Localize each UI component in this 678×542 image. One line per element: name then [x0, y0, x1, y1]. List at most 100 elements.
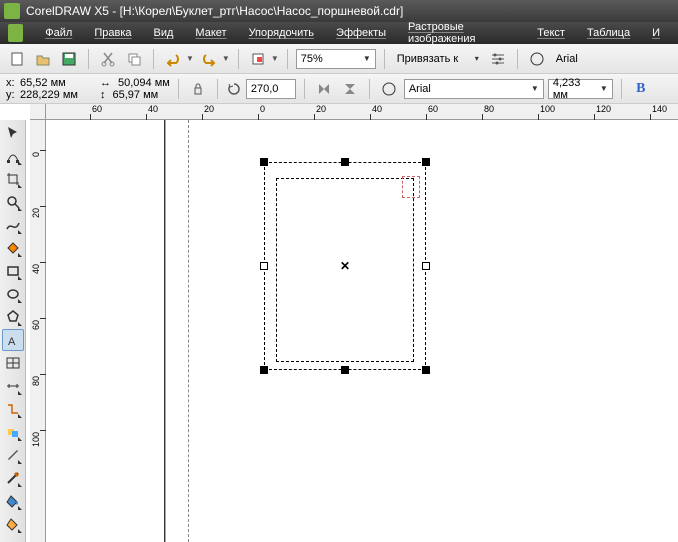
- menu-file[interactable]: Файл: [35, 25, 82, 41]
- chevron-down-icon[interactable]: ▼: [186, 54, 194, 63]
- save-button[interactable]: [58, 48, 80, 70]
- separator: [621, 79, 622, 99]
- polygon-tool[interactable]: [2, 306, 24, 328]
- bold-button[interactable]: B: [630, 78, 652, 100]
- connector-tool[interactable]: [2, 398, 24, 420]
- font-size-value: 4,233 мм: [553, 77, 596, 101]
- menu-more[interactable]: И: [642, 25, 670, 41]
- svg-text:A: A: [8, 336, 16, 348]
- eyedropper-tool[interactable]: [2, 444, 24, 466]
- menu-app-icon: [8, 24, 23, 42]
- toolbox: A: [0, 120, 26, 542]
- mirror-v-button[interactable]: [339, 78, 361, 100]
- font-name: Arial: [556, 53, 578, 65]
- effects-tool[interactable]: [2, 421, 24, 443]
- page-edge: [164, 120, 166, 542]
- text-frame[interactable]: [276, 178, 414, 362]
- redo-button[interactable]: ▼: [198, 48, 230, 70]
- menu-text[interactable]: Текст: [527, 25, 575, 41]
- height-icon: ↕: [100, 89, 106, 101]
- font-size-combo[interactable]: 4,233 мм ▼: [548, 79, 613, 99]
- coord-position: x:65,52 мм y:228,229 мм: [6, 77, 78, 101]
- new-button[interactable]: [6, 48, 28, 70]
- font-combo[interactable]: Arial: [552, 49, 672, 69]
- coord-size: ↔ 50,094 мм ↕ 65,97 мм: [100, 77, 170, 101]
- menu-effects[interactable]: Эффекты: [326, 25, 396, 41]
- table-tool[interactable]: [2, 352, 24, 374]
- width-icon: ↔: [100, 77, 111, 89]
- handle-w[interactable]: [260, 262, 268, 270]
- separator: [384, 49, 385, 69]
- menu-bitmaps[interactable]: Растровые изображения: [398, 19, 525, 47]
- chevron-down-icon[interactable]: ▼: [271, 54, 279, 63]
- crop-tool[interactable]: [2, 168, 24, 190]
- zoom-combo[interactable]: 75% ▼: [296, 49, 376, 69]
- ruler-vertical[interactable]: 0 20 40 60 80 100: [30, 120, 46, 542]
- titlebar: CorelDRAW X5 - [H:\Корел\Буклет_ртг\Насо…: [0, 0, 678, 22]
- smart-fill-tool[interactable]: [2, 237, 24, 259]
- separator: [517, 49, 518, 69]
- handle-ne[interactable]: [422, 158, 430, 166]
- chevron-down-icon: ▾: [475, 54, 479, 63]
- zoom-value: 75%: [301, 53, 323, 65]
- handle-sw[interactable]: [260, 366, 268, 374]
- app-icon: [4, 3, 20, 19]
- cut-button[interactable]: [97, 48, 119, 70]
- separator: [178, 79, 179, 99]
- chevron-down-icon[interactable]: ▼: [222, 54, 230, 63]
- font-family-value: Arial: [409, 83, 431, 95]
- menu-edit[interactable]: Правка: [84, 25, 141, 41]
- chevron-down-icon: ▼: [363, 54, 371, 63]
- toolbar-property: x:65,52 мм y:228,229 мм ↔ 50,094 мм ↕ 65…: [0, 74, 678, 104]
- chevron-down-icon: ▼: [531, 84, 539, 93]
- freehand-tool[interactable]: [2, 214, 24, 236]
- handle-e[interactable]: [422, 262, 430, 270]
- lock-ratio-button[interactable]: [187, 78, 209, 100]
- handle-n[interactable]: [341, 158, 349, 166]
- toolbar-standard: ▼ ▼ ▼ 75% ▼ Привязать к ▾ Arial: [0, 44, 678, 74]
- handle-nw[interactable]: [260, 158, 268, 166]
- handle-se[interactable]: [422, 366, 430, 374]
- separator: [369, 79, 370, 99]
- font-circle-icon[interactable]: [378, 78, 400, 100]
- separator: [88, 49, 89, 69]
- canvas[interactable]: ✕: [46, 120, 678, 542]
- chevron-down-icon: ▼: [600, 84, 608, 93]
- guide-line[interactable]: [188, 120, 189, 542]
- ruler-corner[interactable]: [30, 104, 46, 120]
- outline-tool[interactable]: [2, 467, 24, 489]
- snap-label: Привязать к: [397, 53, 458, 65]
- menu-arrange[interactable]: Упорядочить: [239, 25, 324, 41]
- undo-button[interactable]: ▼: [162, 48, 194, 70]
- text-tool[interactable]: A: [2, 329, 24, 351]
- separator: [153, 49, 154, 69]
- menu-table[interactable]: Таблица: [577, 25, 640, 41]
- rotate-icon: [226, 81, 242, 97]
- dimension-tool[interactable]: [2, 375, 24, 397]
- separator: [238, 49, 239, 69]
- ellipse-tool[interactable]: [2, 283, 24, 305]
- rotation-input[interactable]: [246, 79, 296, 99]
- fill-tool[interactable]: [2, 490, 24, 512]
- rectangle-tool[interactable]: [2, 260, 24, 282]
- handle-s[interactable]: [341, 366, 349, 374]
- pick-tool[interactable]: [2, 122, 24, 144]
- window-title: CorelDRAW X5 - [H:\Корел\Буклет_ртг\Насо…: [26, 4, 403, 18]
- zoom-tool[interactable]: [2, 191, 24, 213]
- import-button[interactable]: ▼: [247, 48, 279, 70]
- separator: [217, 79, 218, 99]
- copy-button[interactable]: [123, 48, 145, 70]
- font-circle-icon[interactable]: [526, 48, 548, 70]
- menubar: Файл Правка Вид Макет Упорядочить Эффект…: [0, 22, 678, 44]
- menu-layout[interactable]: Макет: [185, 25, 236, 41]
- shape-tool[interactable]: [2, 145, 24, 167]
- open-button[interactable]: [32, 48, 54, 70]
- mirror-h-button[interactable]: [313, 78, 335, 100]
- font-family-combo[interactable]: Arial ▼: [404, 79, 544, 99]
- separator: [287, 49, 288, 69]
- interactive-fill-tool[interactable]: [2, 513, 24, 535]
- snap-combo[interactable]: Привязать к ▾: [393, 49, 483, 69]
- options-button[interactable]: [487, 48, 509, 70]
- menu-view[interactable]: Вид: [144, 25, 184, 41]
- ruler-horizontal[interactable]: 60 40 20 0 20 40 60 80 100 120 140: [30, 104, 678, 120]
